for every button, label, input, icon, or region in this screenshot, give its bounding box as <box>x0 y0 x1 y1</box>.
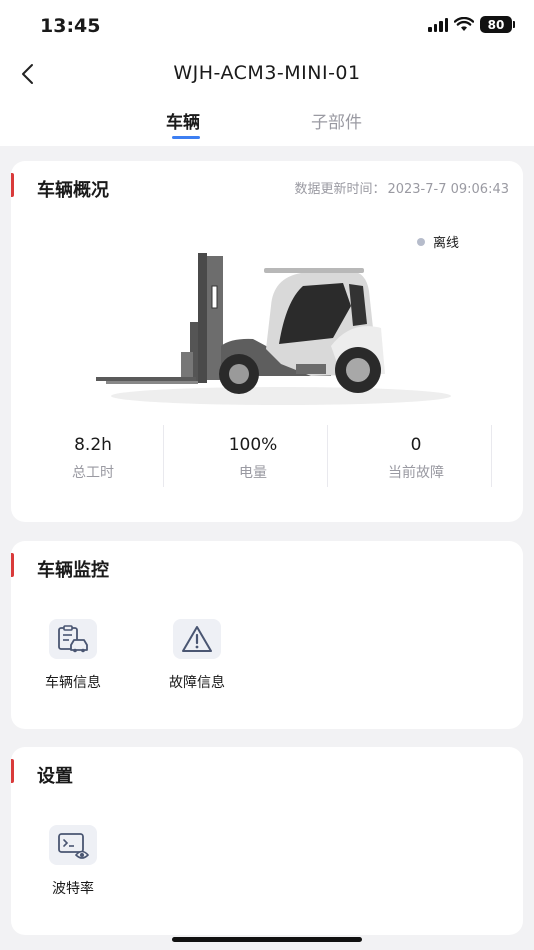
page-title: WJH-ACM3-MINI-01 <box>173 62 361 84</box>
section-marker <box>11 759 14 783</box>
baud-rate-icon <box>49 825 97 865</box>
vehicle-monitoring-card: 车辆监控 车辆信息 故障信息 <box>11 541 523 729</box>
monitoring-title: 车辆监控 <box>37 560 109 581</box>
fault-info-label: 故障信息 <box>169 675 225 691</box>
stat-label: 当前故障 <box>388 465 444 481</box>
stat-divider <box>327 425 328 487</box>
stat-work-hours: 8.2h 总工时 <box>11 423 175 489</box>
baud-rate-label: 波特率 <box>52 881 94 897</box>
cellular-signal-icon <box>428 17 448 32</box>
status-time: 13:45 <box>40 15 101 37</box>
wifi-icon <box>454 17 474 31</box>
stat-value: 8.2h <box>74 435 112 455</box>
fault-info-button[interactable]: 故障信息 <box>152 619 242 692</box>
status-dot <box>417 237 425 246</box>
status-icons: 80 <box>428 16 515 33</box>
settings-card: 设置 波特率 <box>11 747 523 935</box>
section-marker <box>11 173 14 197</box>
stat-label: 总工时 <box>72 465 114 481</box>
stat-label: 电量 <box>239 465 267 481</box>
vehicle-stats: 8.2h 总工时 100% 电量 0 当前故障 <box>11 423 523 489</box>
warning-icon <box>173 619 221 659</box>
stat-battery: 100% 电量 <box>171 423 335 489</box>
settings-title: 设置 <box>37 766 73 787</box>
update-time-label: 数据更新时间： <box>294 182 386 197</box>
stat-divider <box>163 425 164 487</box>
stat-value: 100% <box>228 435 278 455</box>
vehicle-info-label: 车辆信息 <box>45 675 101 691</box>
header-area: 13:45 80 WJH-ACM3-MINI-01 车辆 子部件 <box>0 0 534 146</box>
home-indicator <box>172 937 362 942</box>
battery-icon: 80 <box>480 16 515 33</box>
stat-divider <box>491 425 492 487</box>
section-marker <box>11 553 14 577</box>
stat-value: 0 <box>410 435 422 455</box>
vehicle-info-icon <box>49 619 97 659</box>
forklift-image <box>96 253 451 405</box>
stat-current-faults: 0 当前故障 <box>334 423 498 489</box>
overview-title: 车辆概况 <box>37 180 109 201</box>
vehicle-overview-card: 车辆概况 数据更新时间：2023-7-7 09:06:43 离线 8.2h 总 <box>11 161 523 522</box>
active-tab-indicator <box>172 136 200 139</box>
baud-rate-button[interactable]: 波特率 <box>28 825 118 898</box>
tab-vehicle[interactable]: 车辆 <box>166 108 200 133</box>
update-time: 数据更新时间： 2023-7-7 09:06:43 <box>292 178 509 197</box>
vehicle-info-button[interactable]: 车辆信息 <box>28 619 118 692</box>
tab-sub-components[interactable]: 子部件 <box>311 108 362 133</box>
update-time-value: 2023-7-7 09:06:43 <box>387 182 509 197</box>
